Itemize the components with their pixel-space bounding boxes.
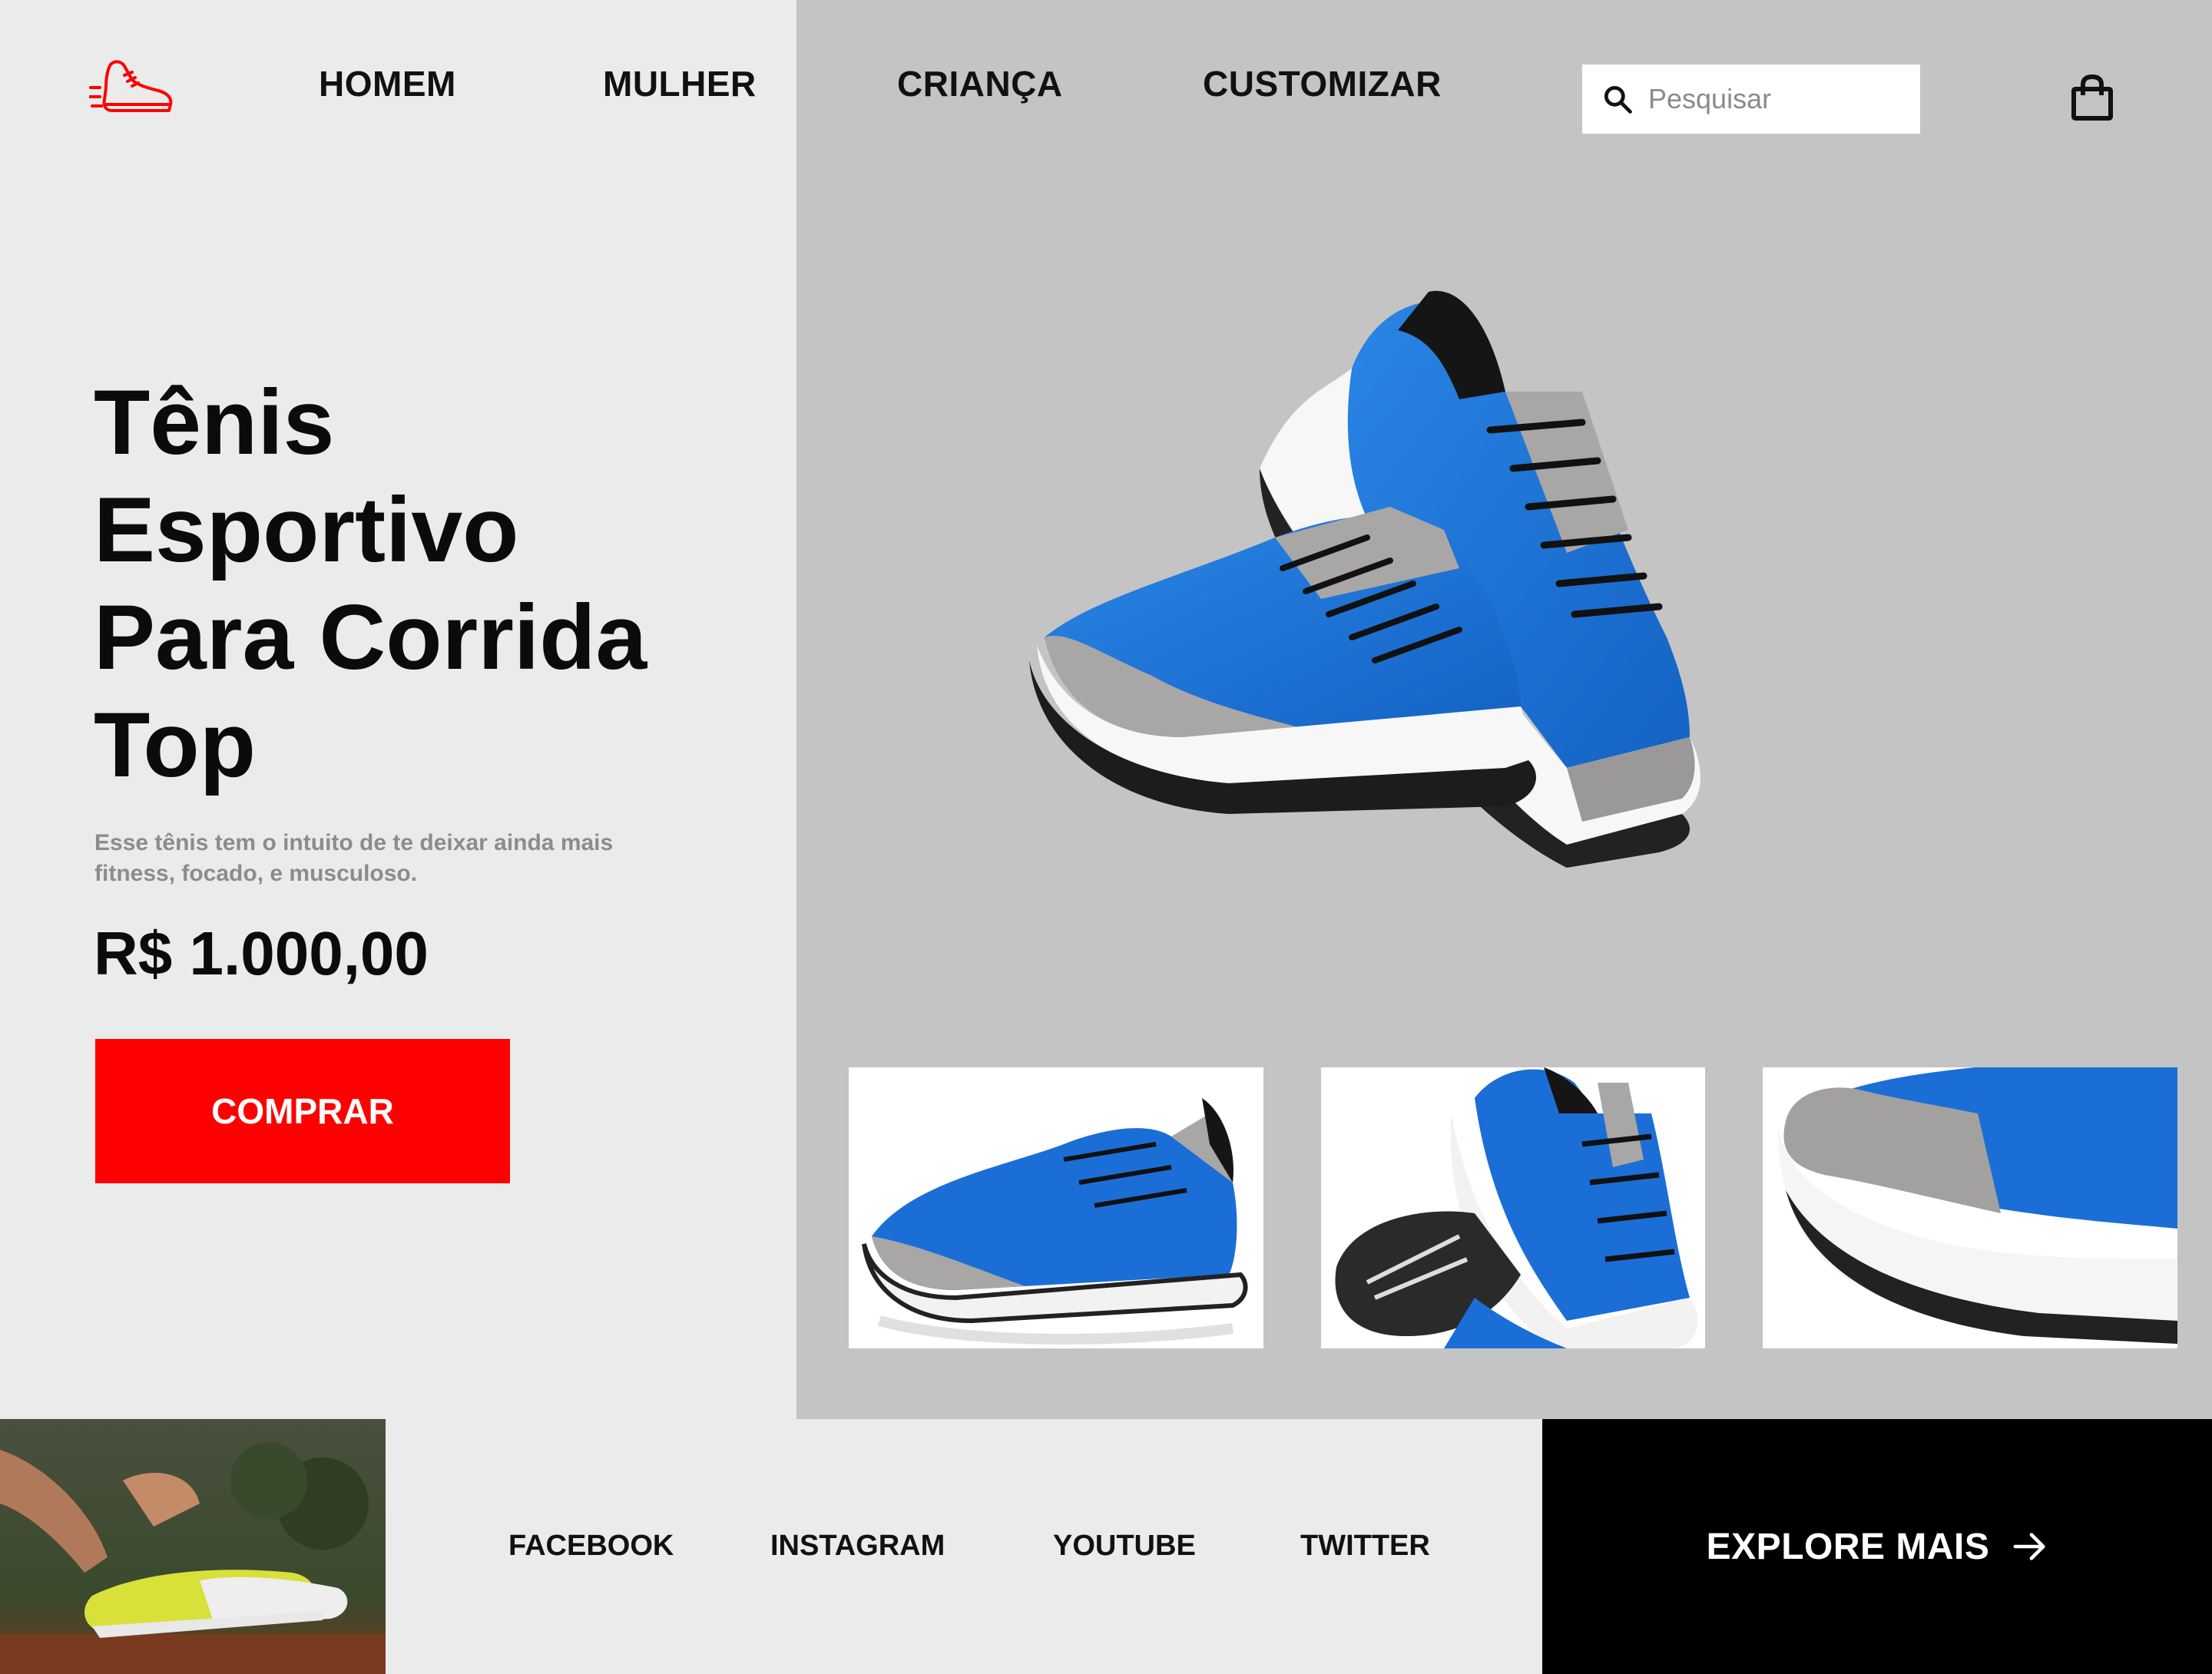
search-input[interactable]: [1648, 83, 1902, 115]
page: HOMEM MULHER CRIANÇA CUSTOMIZAR Tênis Es…: [0, 0, 2212, 1674]
social-facebook[interactable]: FACEBOOK: [508, 1530, 674, 1563]
nav-mulher[interactable]: MULHER: [603, 63, 757, 104]
title-line: Tênis: [94, 371, 335, 474]
product-title: Tênis Esportivo Para Corrida Top: [94, 369, 724, 799]
product-description: Esse tênis tem o intuito de te deixar ai…: [94, 830, 614, 886]
nav-homem[interactable]: HOMEM: [319, 63, 456, 104]
product-price: R$ 1.000,00: [94, 919, 429, 988]
thumbnail-1[interactable]: [849, 1067, 1263, 1348]
main-product-image: [1029, 290, 1700, 868]
nav-customizar[interactable]: CUSTOMIZAR: [1203, 63, 1442, 104]
social-twitter[interactable]: TWITTER: [1300, 1530, 1430, 1563]
shopping-bag-icon[interactable]: [2071, 74, 2114, 121]
thumbnail-3[interactable]: [1763, 1067, 2177, 1348]
title-line: Top: [94, 693, 256, 796]
explore-label: EXPLORE MAIS: [1706, 1526, 1990, 1567]
title-line: Esportivo: [94, 478, 519, 581]
search-icon: [1604, 85, 1632, 114]
arrow-right-icon: [2013, 1533, 2045, 1560]
running-shoe-logo-icon[interactable]: [89, 57, 175, 118]
search-box[interactable]: [1582, 65, 1920, 134]
runner-photo: [0, 1419, 386, 1674]
social-instagram[interactable]: INSTAGRAM: [770, 1530, 945, 1563]
title-line: Para Corrida: [94, 586, 647, 689]
nav-crianca[interactable]: CRIANÇA: [897, 63, 1063, 104]
buy-button[interactable]: COMPRAR: [95, 1039, 510, 1183]
thumbnail-2[interactable]: [1321, 1067, 1705, 1348]
explore-more-button[interactable]: EXPLORE MAIS: [1542, 1419, 2212, 1674]
social-youtube[interactable]: YOUTUBE: [1053, 1530, 1196, 1563]
